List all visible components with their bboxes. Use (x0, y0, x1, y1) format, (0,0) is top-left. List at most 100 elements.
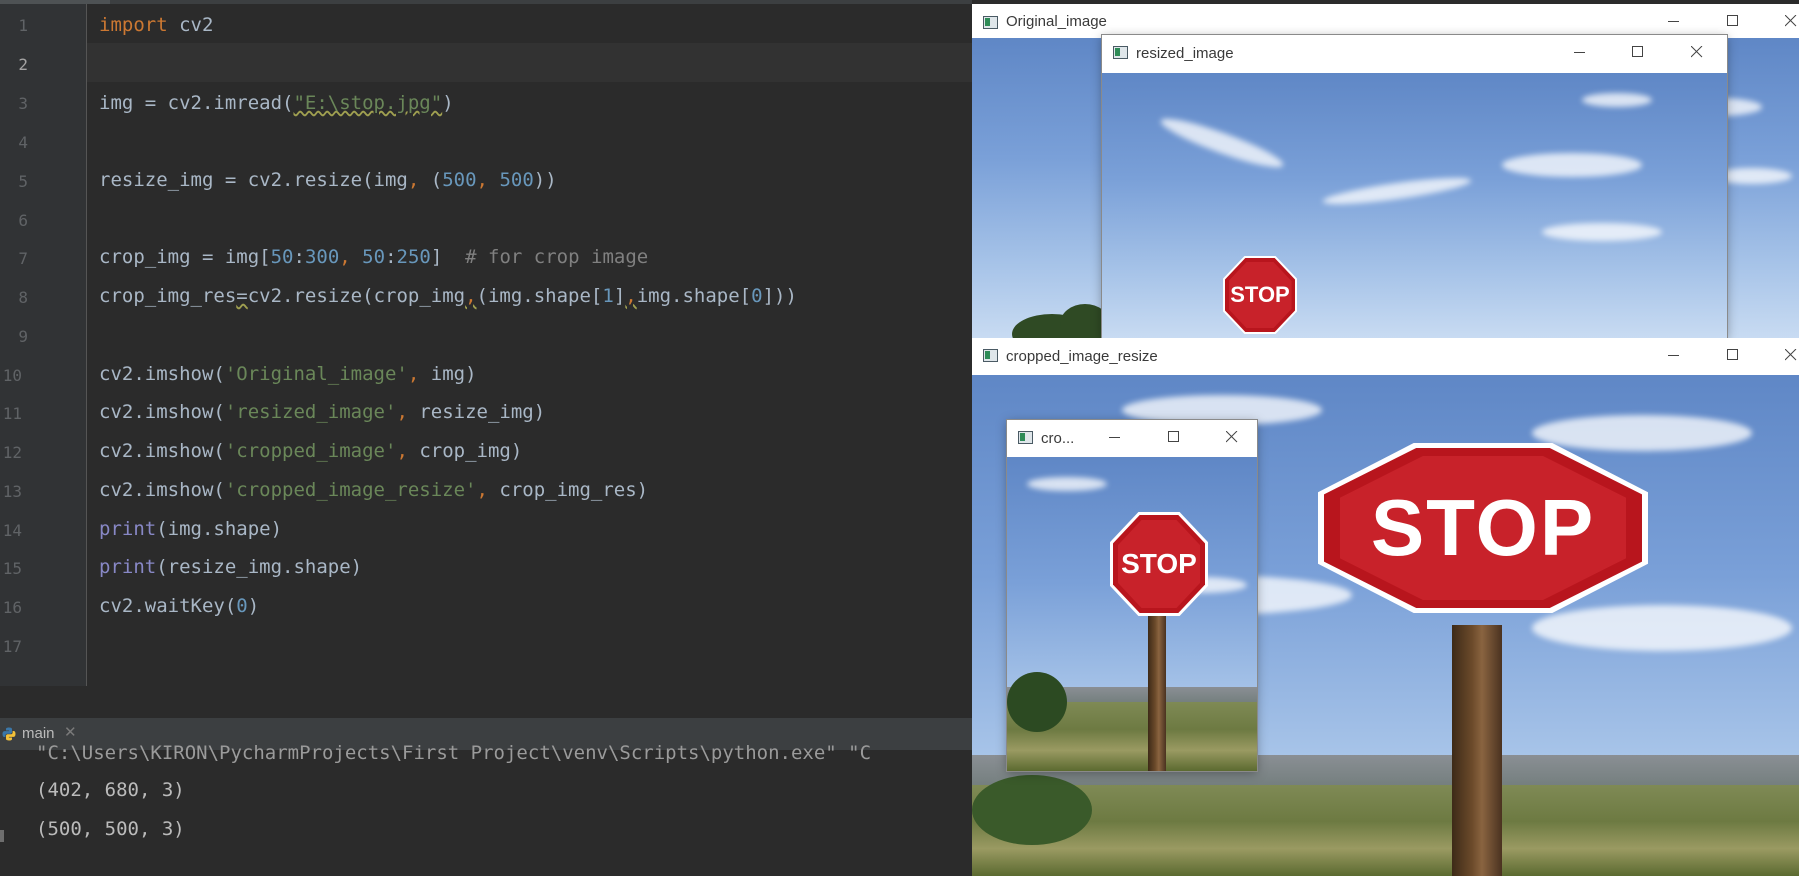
cloud (1582, 93, 1652, 107)
python-icon (2, 727, 16, 741)
code-text: )) (533, 169, 557, 191)
close-button[interactable] (1769, 4, 1799, 38)
code-line-3[interactable]: img = cv2.imread("E:\stop.jpg") (99, 84, 454, 123)
titlebar[interactable]: resized_image (1102, 35, 1727, 73)
close-icon (1226, 431, 1238, 443)
code-text: crop_img = img[ (99, 246, 271, 268)
code-line-13[interactable]: cv2.imshow('cropped_image_resize', crop_… (99, 471, 648, 510)
stop-sign-text: STOP (1370, 483, 1596, 572)
editor-bottom-spacer (0, 686, 972, 718)
line-number: 14 (2, 521, 22, 540)
code-text: cv2 (167, 14, 214, 36)
titlebar[interactable]: cro... (1007, 420, 1257, 457)
code-line-15[interactable]: print(resize_img.shape) (99, 548, 362, 587)
maximize-button[interactable] (1711, 4, 1755, 38)
code-text: ] (430, 246, 466, 268)
string-token: "E:\stop.jpg" (293, 92, 443, 114)
code-text: cv2.imshow( (99, 363, 225, 385)
line-number: 2 (18, 55, 28, 74)
maximize-button[interactable] (1152, 420, 1196, 454)
window-resized-image[interactable]: resized_image STOP (1102, 35, 1727, 338)
comma-token: , (476, 169, 488, 191)
line-number: 13 (2, 482, 22, 501)
shrub (972, 775, 1092, 845)
minimize-button[interactable] (1093, 420, 1137, 454)
close-button[interactable] (1769, 338, 1799, 372)
string-token: 'Original_image' (224, 363, 408, 385)
minimize-icon (1668, 21, 1679, 22)
number-token: 50 (270, 246, 294, 268)
minimize-button[interactable] (1558, 35, 1602, 69)
code-line-8[interactable]: crop_img_res=cv2.resize(crop_img,(img.sh… (99, 277, 797, 316)
run-tab-main[interactable]: main (22, 725, 55, 742)
builtin-token: print (99, 556, 157, 578)
number-token: 300 (304, 246, 340, 268)
number-token: 0 (236, 595, 248, 617)
close-icon (1785, 15, 1797, 27)
titlebar[interactable]: cropped_image_resize (972, 338, 1799, 375)
line-number: 11 (2, 404, 22, 423)
line-number: 1 (18, 16, 28, 35)
code-line-7[interactable]: crop_img = img[50:300, 50:250] # for cro… (99, 238, 648, 277)
comma-token: , (396, 440, 408, 462)
comma-token: , (407, 363, 420, 385)
code-line-11[interactable]: cv2.imshow('resized_image', resize_img) (99, 393, 545, 432)
code-text: cv2.resize(crop_img (247, 285, 466, 307)
string-token: 'cropped_image_resize' (224, 479, 477, 501)
line-number: 16 (2, 598, 22, 617)
keyword-token: import (99, 14, 168, 36)
maximize-icon (1632, 46, 1643, 57)
run-console[interactable]: "C:\Users\KIRON\PycharmProjects\First Pr… (0, 742, 972, 876)
code-editor[interactable]: 1 2 3 4 5 6 7 8 9 10 11 12 13 14 15 16 1… (0, 0, 972, 686)
minimize-button[interactable] (1652, 338, 1696, 372)
cloud (1532, 415, 1752, 451)
maximize-icon (1727, 349, 1738, 360)
stop-sign: STOP (1225, 258, 1295, 332)
line-number: 15 (2, 559, 22, 578)
minimize-icon (1668, 355, 1679, 356)
builtin-token: print (99, 518, 157, 540)
code-line-14[interactable]: print(img.shape) (99, 510, 282, 549)
close-button[interactable] (1210, 420, 1254, 454)
current-line-highlight (87, 43, 972, 82)
close-button[interactable] (1675, 35, 1719, 69)
code-text: crop_img_res (99, 285, 237, 307)
console-output-line: (402, 680, 3) (36, 779, 185, 801)
close-icon (1691, 46, 1703, 58)
close-icon (1785, 349, 1797, 361)
code-line-16[interactable]: cv2.waitKey(0) (99, 587, 259, 626)
resized-image-canvas: STOP (1102, 73, 1727, 338)
code-line-10[interactable]: cv2.imshow('Original_image', img) (99, 355, 477, 394)
code-line-1[interactable]: import cv2 (99, 6, 213, 45)
line-number-gutter: 1 2 3 4 5 6 7 8 9 10 11 12 13 14 15 16 1… (0, 4, 87, 686)
comma-token: , (625, 285, 637, 307)
maximize-icon (1727, 15, 1738, 26)
maximize-button[interactable] (1616, 35, 1660, 69)
console-output-line: (500, 500, 3) (36, 818, 185, 840)
number-token: 50 (362, 246, 386, 268)
code-line-12[interactable]: cv2.imshow('cropped_image', crop_img) (99, 432, 522, 471)
minimize-button[interactable] (1652, 4, 1696, 38)
code-text: img = cv2.imread( (99, 92, 294, 114)
opencv-window-icon (1113, 46, 1128, 59)
string-token: 'resized_image' (224, 401, 397, 423)
number-token: 500 (499, 169, 534, 191)
code-text: img.shape[ (636, 285, 752, 307)
line-number: 3 (18, 94, 28, 113)
window-title: cro... (1041, 430, 1075, 447)
cloud (1532, 605, 1792, 651)
close-icon[interactable]: ✕ (64, 723, 77, 741)
window-cropped-image[interactable]: cro... STOP (1007, 420, 1257, 771)
line-number: 9 (18, 327, 28, 346)
code-text: : (385, 246, 397, 268)
console-gutter-marker (0, 830, 4, 842)
code-text: cv2.waitKey( (99, 595, 237, 617)
code-text: crop_img_res) (487, 479, 649, 501)
comma-token: , (476, 479, 488, 501)
code-text: ( (419, 169, 443, 191)
code-line-5[interactable]: resize_img = cv2.resize(img, (500, 500)) (99, 161, 557, 200)
titlebar[interactable]: Original_image (972, 4, 1799, 38)
maximize-button[interactable] (1711, 338, 1755, 372)
line-number: 8 (18, 288, 28, 307)
